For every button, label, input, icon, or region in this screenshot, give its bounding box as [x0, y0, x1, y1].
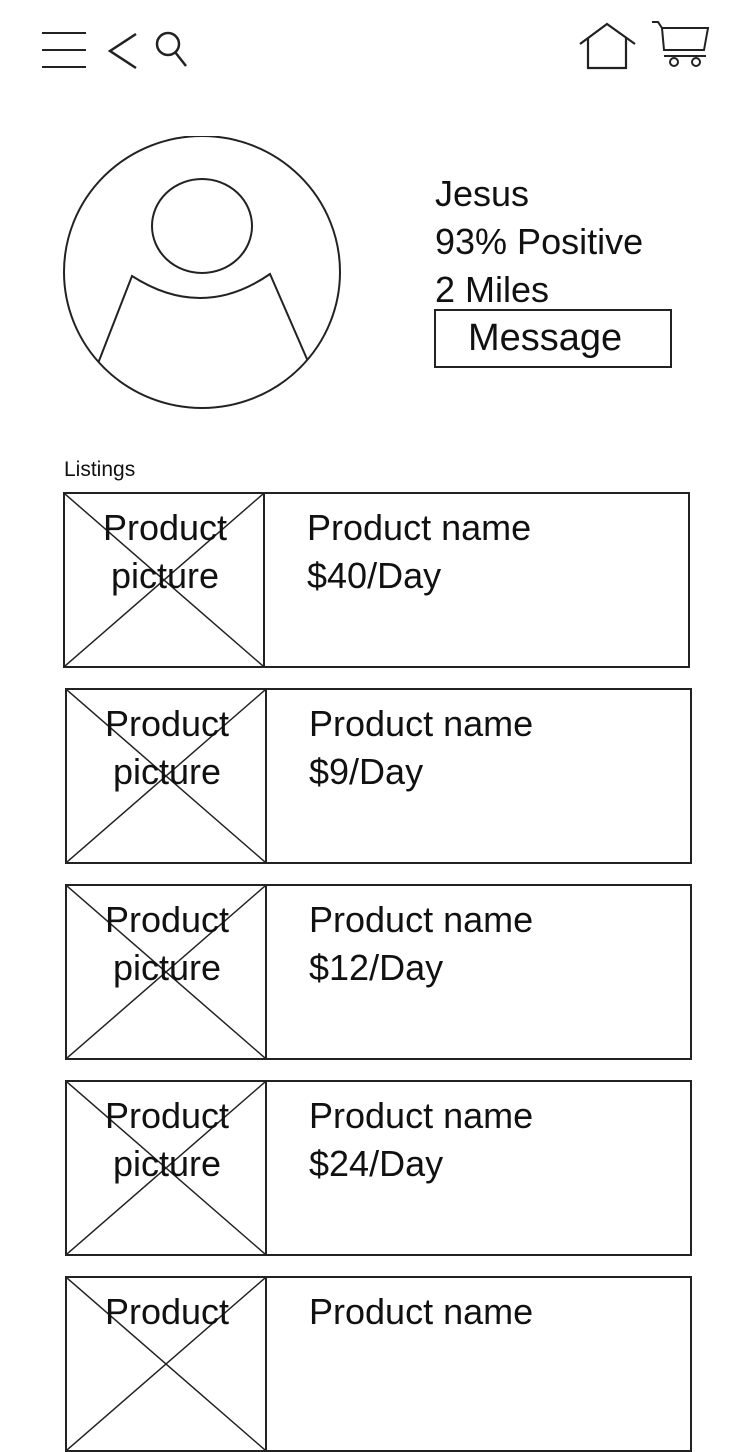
user-distance: 2 Miles	[435, 269, 550, 310]
listing-card[interactable]: Product Product name	[65, 1276, 692, 1452]
product-price: $12/Day	[309, 947, 444, 988]
product-picture-placeholder: Product picture	[67, 1082, 267, 1254]
product-price: $40/Day	[307, 555, 442, 596]
back-button[interactable]	[104, 30, 140, 72]
home-icon	[579, 22, 636, 70]
listing-card[interactable]: Product picture Product name $40/Day	[63, 492, 690, 668]
product-name: Product name	[309, 703, 534, 744]
product-price: $9/Day	[309, 751, 424, 792]
search-button[interactable]	[152, 30, 190, 70]
listing-card[interactable]: Product picture Product name $24/Day	[65, 1080, 692, 1256]
product-name: Product name	[309, 899, 534, 940]
home-button[interactable]	[578, 22, 638, 70]
user-avatar-icon	[63, 136, 341, 409]
listing-info: Product name $24/Day	[309, 1092, 533, 1188]
user-rating: 93% Positive	[435, 221, 644, 262]
product-picture-label: Product picture	[104, 703, 230, 792]
listing-info: Product name $9/Day	[309, 700, 533, 796]
listing-card[interactable]: Product picture Product name $9/Day	[65, 688, 692, 864]
product-name: Product name	[309, 1095, 534, 1136]
product-picture-placeholder: Product	[67, 1278, 267, 1450]
listing-card[interactable]: Product picture Product name $12/Day	[65, 884, 692, 1060]
product-picture-label: Product picture	[102, 507, 228, 596]
chevron-left-icon	[107, 32, 137, 70]
listing-info: Product name	[309, 1288, 533, 1336]
product-name: Product name	[309, 1291, 534, 1332]
cart-button[interactable]	[650, 20, 712, 68]
user-name: Jesus	[435, 173, 530, 214]
product-picture-placeholder: Product picture	[65, 494, 265, 666]
product-picture-label: Product picture	[104, 899, 230, 988]
search-icon	[155, 31, 187, 67]
listing-info: Product name $40/Day	[307, 504, 531, 600]
product-picture-label: Product	[104, 1291, 230, 1332]
listings-heading: Listings	[64, 458, 136, 481]
product-name: Product name	[307, 507, 532, 548]
menu-button[interactable]	[40, 30, 88, 72]
listing-info: Product name $12/Day	[309, 896, 533, 992]
product-picture-placeholder: Product picture	[67, 886, 267, 1058]
product-picture-label: Product picture	[104, 1095, 230, 1184]
product-picture-placeholder: Product picture	[67, 690, 267, 862]
cart-icon	[652, 21, 710, 67]
hamburger-icon	[42, 32, 86, 68]
avatar	[62, 136, 344, 412]
message-button[interactable]: Message	[434, 309, 672, 368]
product-price: $24/Day	[309, 1143, 444, 1184]
profile-info: Jesus 93% Positive 2 Miles	[435, 170, 643, 314]
